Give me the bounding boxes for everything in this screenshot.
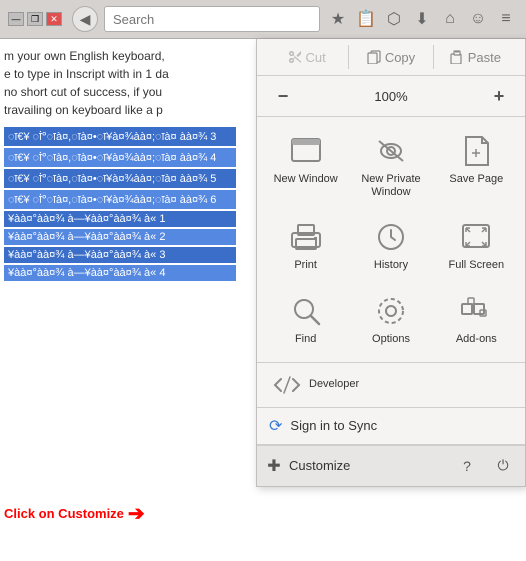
developer-item[interactable]: Developer [265, 367, 517, 403]
full-screen-label: Full Screen [449, 259, 505, 272]
signin-label: Sign in to Sync [290, 418, 377, 433]
feedback-icon[interactable]: ☺ [466, 7, 490, 31]
list-item[interactable]: ¥àà¤°àà¤¾ à—¥àà¤°àà¤¾ à« 2 [4, 229, 236, 245]
find-item[interactable]: Find [265, 285, 346, 354]
find-label: Find [295, 333, 316, 346]
new-window-item[interactable]: New Window [265, 125, 346, 207]
paste-button[interactable]: Paste [434, 46, 517, 69]
dropdown-menu: Cut Copy Paste − [256, 39, 526, 487]
list-item[interactable]: ¥àà¤°àà¤¾ à—¥àà¤°àà¤¾ à« 4 [4, 265, 236, 281]
list-item[interactable]: ा€¥ ां°ाà¤,ाà¤•ा¥à¤¾àà¤;ाà¤­ àà¤¾ 3 [4, 127, 236, 146]
reading-list-icon[interactable]: 📋 [354, 7, 378, 31]
options-item[interactable]: Options [350, 285, 431, 354]
customize-plus-icon: ✚ [265, 457, 283, 475]
paste-icon [450, 50, 464, 64]
copy-label: Copy [385, 50, 415, 65]
home-icon[interactable]: ⌂ [438, 7, 462, 31]
edit-row: Cut Copy Paste [257, 39, 525, 76]
window-controls: — ❐ ✕ [8, 12, 62, 26]
full-screen-item[interactable]: Full Screen [436, 211, 517, 280]
zoom-value: 100% [305, 89, 477, 104]
zoom-out-button[interactable]: − [269, 82, 297, 110]
pocket-icon[interactable]: ⬡ [382, 7, 406, 31]
history-icon [373, 219, 409, 255]
close-button[interactable]: ✕ [46, 12, 62, 26]
list-item[interactable]: ा€¥ ां°ाà¤,ाà¤•ा¥à¤¾àà¤;ाà¤­ àà¤¾ 5 [4, 169, 236, 188]
list-item[interactable]: ा€¥ ां°ाà¤,ाà¤•ा¥à¤¾àà¤;ाà¤­ àà¤¾ 4 [4, 148, 236, 167]
browser-toolbar: — ❐ ✕ ◀ ★ 📋 ⬡ ⬇ ⌂ ☺ ≡ [0, 0, 526, 39]
customize-button[interactable]: ✚ Customize [265, 457, 445, 475]
new-private-window-item[interactable]: New Private Window [350, 125, 431, 207]
bottom-bar: ✚ Customize ? ⏻ [257, 445, 525, 486]
cut-label: Cut [306, 50, 326, 65]
print-icon [288, 219, 324, 255]
page-content: m your own English keyboard,e to type in… [0, 39, 526, 544]
add-ons-icon [458, 293, 494, 329]
bottom-right-icons: ? ⏻ [453, 452, 517, 480]
full-screen-icon [458, 219, 494, 255]
save-page-label: Save Page [449, 173, 503, 186]
print-label: Print [294, 259, 317, 272]
developer-label: Developer [309, 378, 359, 391]
save-page-item[interactable]: Save Page [436, 125, 517, 207]
list-item[interactable]: ¥àà¤°àà¤¾ à—¥àà¤°àà¤¾ à« 1 [4, 211, 236, 227]
download-icon[interactable]: ⬇ [410, 7, 434, 31]
customize-label: Customize [289, 458, 350, 473]
maximize-button[interactable]: ❐ [27, 12, 43, 26]
options-label: Options [372, 333, 410, 346]
address-bar[interactable] [104, 6, 320, 32]
search-input[interactable] [113, 12, 311, 27]
signin-row[interactable]: ⟳ Sign in to Sync [257, 408, 525, 445]
new-window-label: New Window [274, 173, 338, 186]
new-window-icon [288, 133, 324, 169]
back-button[interactable]: ◀ [72, 6, 98, 32]
menu-icon[interactable]: ≡ [494, 7, 518, 31]
scissors-icon [288, 50, 302, 64]
click-instruction-text: Click on Customize [4, 506, 124, 521]
power-button[interactable]: ⏻ [489, 452, 517, 480]
find-icon [288, 293, 324, 329]
zoom-row: − 100% + [257, 76, 525, 117]
icon-grid: New Window New Private Window [257, 117, 525, 363]
developer-icon [273, 371, 301, 399]
paste-label: Paste [468, 50, 501, 65]
print-item[interactable]: Print [265, 211, 346, 280]
toolbar-icons: ★ 📋 ⬡ ⬇ ⌂ ☺ ≡ [326, 7, 518, 31]
history-item[interactable]: History [350, 211, 431, 280]
list-item[interactable]: ा€¥ ां°ाà¤,ाà¤•ा¥à¤¾àà¤;ाà¤­ àà¤¾ 6 [4, 190, 236, 209]
bookmark-icon[interactable]: ★ [326, 7, 350, 31]
save-page-icon [458, 133, 494, 169]
new-private-window-icon [373, 133, 409, 169]
cut-button[interactable]: Cut [265, 46, 348, 69]
help-button[interactable]: ? [453, 452, 481, 480]
click-instruction: Click on Customize ➔ [4, 501, 145, 526]
add-ons-item[interactable]: Add-ons [436, 285, 517, 354]
page-text: m your own English keyboard,e to type in… [4, 47, 236, 119]
history-label: History [374, 259, 408, 272]
add-ons-label: Add-ons [456, 333, 497, 346]
link-list: ा€¥ ां°ाà¤,ाà¤•ा¥à¤¾àà¤;ाà¤­ àà¤¾ 3 ा€¥ … [4, 127, 236, 281]
options-icon [373, 293, 409, 329]
sync-icon: ⟳ [269, 416, 282, 436]
developer-row: Developer [257, 363, 525, 408]
copy-icon [367, 50, 381, 64]
list-item[interactable]: ¥àà¤°àà¤¾ à—¥àà¤°àà¤¾ à« 3 [4, 247, 236, 263]
copy-button[interactable]: Copy [349, 46, 432, 69]
new-private-window-label: New Private Window [354, 173, 427, 199]
left-content: m your own English keyboard,e to type in… [0, 39, 240, 544]
arrow-icon: ➔ [128, 501, 145, 526]
zoom-in-button[interactable]: + [485, 82, 513, 110]
minimize-button[interactable]: — [8, 12, 24, 26]
